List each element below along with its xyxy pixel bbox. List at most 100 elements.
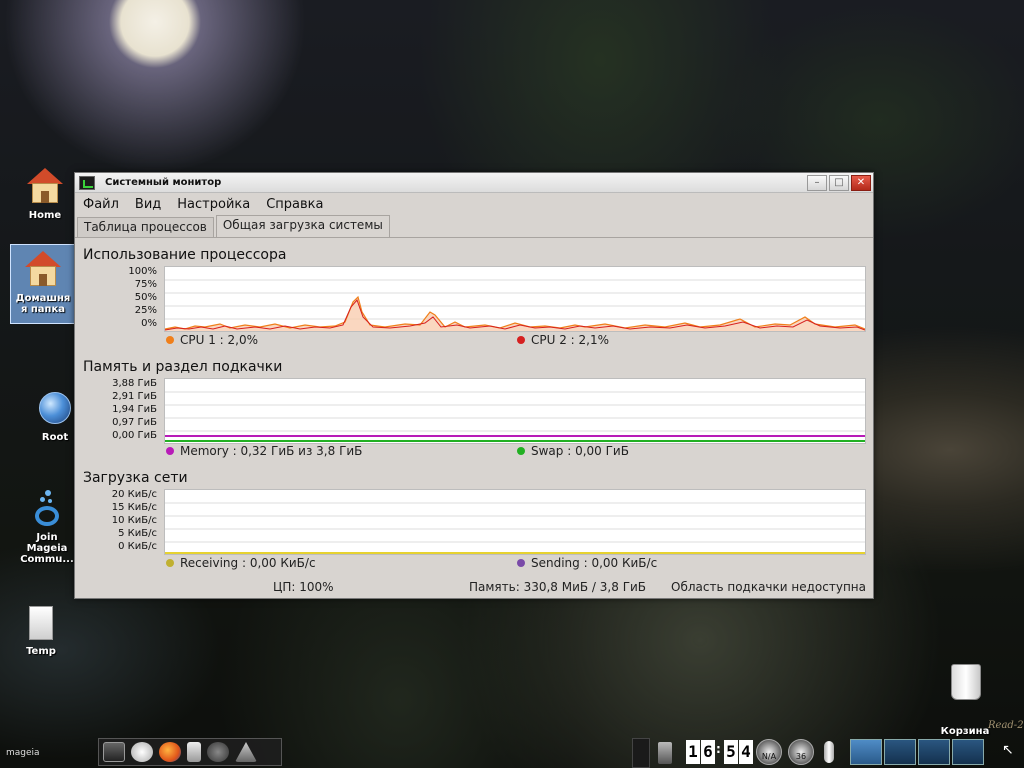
microphone-icon[interactable] (824, 741, 834, 763)
memory-section-title: Память и раздел подкачки (83, 359, 283, 375)
home-folder-icon (23, 249, 63, 289)
workspace-1[interactable] (850, 739, 882, 765)
clock-separator: : (716, 742, 721, 756)
window-title: Системный монитор (105, 177, 222, 188)
wallpaper-signature: Read-2 (988, 720, 1024, 731)
clock-minute-ones[interactable]: 4 (739, 740, 753, 764)
desktop-icon-home[interactable]: Home (12, 166, 78, 221)
network-ytick: 15 КиБ/с (111, 502, 157, 513)
firefox-icon[interactable] (159, 742, 181, 762)
cpu1-swatch[interactable] (166, 336, 174, 344)
memory-graph (164, 378, 866, 444)
trash-icon (945, 662, 985, 702)
memory-legend-label: Memory : 0,32 ГиБ из 3,8 ГиБ (180, 444, 363, 458)
cpu-ytick: 100% (128, 266, 157, 277)
temperature-gauge-icon[interactable]: 36 (788, 739, 814, 765)
terminal-icon[interactable] (103, 742, 125, 762)
tab-bar: Таблица процессов Общая загрузка системы (75, 215, 873, 237)
memory-ytick: 0,97 ГиБ (112, 417, 157, 428)
swap-legend-label: Swap : 0,00 ГиБ (531, 444, 629, 458)
workspace-2[interactable] (884, 739, 916, 765)
desktop-icon-home-folder[interactable]: Домашня я папка (10, 244, 76, 324)
sending-legend-label: Sending : 0,00 КиБ/с (531, 556, 658, 570)
network-ytick: 20 КиБ/с (111, 489, 157, 500)
cpu-section-title: Использование процессора (83, 247, 287, 263)
network-ytick: 0 КиБ/с (118, 541, 157, 552)
mageia-logo: mageia (6, 748, 40, 758)
clock-hour-ones[interactable]: 6 (701, 740, 715, 764)
titlebar[interactable]: Системный монитор – □ ✕ (75, 173, 873, 193)
swap-swatch[interactable] (517, 447, 525, 455)
network-graph (164, 489, 866, 555)
cpu1-legend: CPU 1 : 2,0% (166, 333, 258, 347)
maximize-button[interactable]: □ (829, 174, 849, 191)
home-folder-launcher-icon[interactable] (131, 742, 153, 762)
receiving-legend: Receiving : 0,00 КиБ/с (166, 556, 316, 570)
cpu2-legend-label: CPU 2 : 2,1% (531, 333, 610, 347)
system-monitor-window: Системный монитор – □ ✕ Файл Вид Настрой… (74, 172, 874, 599)
system-load-panel: Использование процессора 100% 75% 50% 25… (75, 237, 873, 598)
desktop-icon-label: Home (28, 210, 62, 221)
minimize-button[interactable]: – (807, 174, 827, 191)
memory-legend: Memory : 0,32 ГиБ из 3,8 ГиБ (166, 444, 362, 458)
close-button[interactable]: ✕ (851, 174, 871, 191)
desktop-icon-label: Root (41, 432, 69, 443)
statusbar: ЦП: 100% Память: 330,8 МиБ / 3,8 ГиБ Обл… (75, 576, 873, 598)
gear-icon[interactable] (207, 742, 229, 762)
desktop-icon-temp[interactable]: Temp (8, 602, 74, 657)
menu-file[interactable]: Файл (83, 197, 119, 212)
home-icon (25, 166, 65, 206)
menu-help[interactable]: Справка (266, 197, 323, 212)
workspace-4[interactable] (952, 739, 984, 765)
pointer-icon: ↖ (1002, 742, 1014, 758)
cpu-graph (164, 266, 866, 332)
cpu1-legend-label: CPU 1 : 2,0% (180, 333, 259, 347)
sending-swatch[interactable] (517, 559, 525, 567)
desktop-icon-label: Join Mageia Commu... (20, 532, 74, 565)
mageia-icon (27, 488, 67, 528)
tab-process-table[interactable]: Таблица процессов (77, 217, 214, 237)
cpu-ytick: 0% (141, 318, 157, 329)
menubar: Файл Вид Настройка Справка (75, 193, 873, 215)
clock-hour-tens[interactable]: 1 (686, 740, 700, 764)
desktop-icon-label: Temp (26, 646, 56, 657)
box-icon (21, 602, 61, 642)
desktop-icon-label: Домашня я папка (15, 293, 71, 315)
cpu-ytick: 25% (134, 305, 157, 316)
memory-ytick: 2,91 ГиБ (112, 391, 157, 402)
memory-y-axis: 3,88 ГиБ 2,91 ГиБ 1,94 ГиБ 0,97 ГиБ 0,00… (75, 378, 157, 448)
cpu2-legend: CPU 2 : 2,1% (517, 333, 609, 347)
memory-ytick: 1,94 ГиБ (112, 404, 157, 415)
network-ytick: 10 КиБ/с (111, 515, 157, 526)
desktop-icon-join-mageia[interactable]: Join Mageia Commu... (14, 488, 80, 565)
system-tray: 1 6 : 5 4 N/A 36 ↖ (632, 738, 1024, 768)
menu-view[interactable]: Вид (135, 197, 161, 212)
memory-swatch[interactable] (166, 447, 174, 455)
cpu-ytick: 75% (134, 279, 157, 290)
phone-icon[interactable] (187, 742, 201, 762)
sending-legend: Sending : 0,00 КиБ/с (517, 556, 657, 570)
menu-settings[interactable]: Настройка (177, 197, 250, 212)
globe-icon (35, 388, 75, 428)
status-swap: Область подкачки недоступна (671, 580, 866, 594)
cpu-ytick: 50% (134, 292, 157, 303)
receiving-swatch[interactable] (166, 559, 174, 567)
usb-icon[interactable] (658, 742, 672, 764)
clock-minute-tens[interactable]: 5 (724, 740, 738, 764)
launcher-panel (98, 738, 282, 766)
memory-ytick: 3,88 ГиБ (112, 378, 157, 389)
memory-ytick: 0,00 ГиБ (112, 430, 157, 441)
cpu-gauge-icon[interactable]: N/A (756, 739, 782, 765)
system-monitor-app-icon (79, 175, 95, 190)
network-section-title: Загрузка сети (83, 470, 188, 486)
tab-system-load[interactable]: Общая загрузка системы (215, 215, 390, 237)
tray-handle[interactable] (632, 738, 650, 768)
network-ytick: 5 КиБ/с (118, 528, 157, 539)
receiving-legend-label: Receiving : 0,00 КиБ/с (180, 556, 316, 570)
network-y-axis: 20 КиБ/с 15 КиБ/с 10 КиБ/с 5 КиБ/с 0 КиБ… (75, 489, 157, 559)
eject-icon[interactable] (235, 742, 257, 762)
workspace-3[interactable] (918, 739, 950, 765)
swap-legend: Swap : 0,00 ГиБ (517, 444, 629, 458)
status-memory: Память: 330,8 МиБ / 3,8 ГиБ (469, 580, 647, 594)
cpu2-swatch[interactable] (517, 336, 525, 344)
